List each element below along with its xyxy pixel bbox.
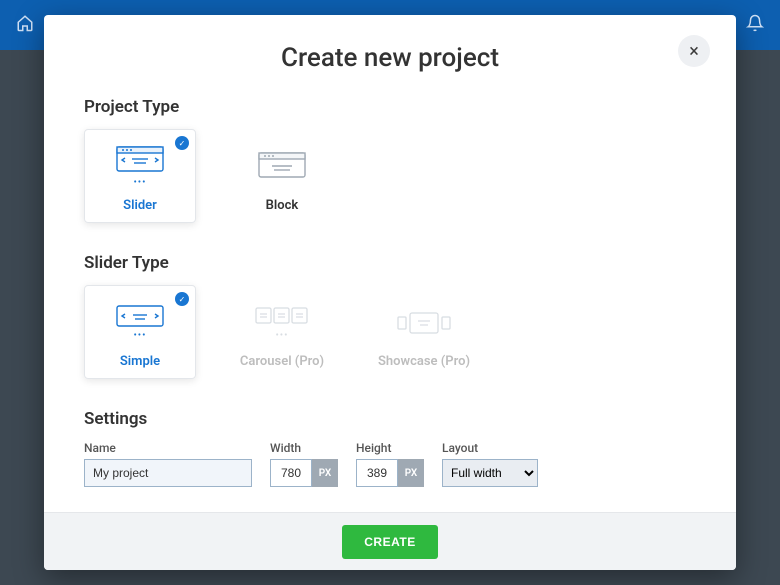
slider-type-showcase: Showcase (Pro)	[368, 285, 480, 379]
layout-label: Layout	[442, 441, 538, 455]
card-label: Carousel (Pro)	[240, 354, 324, 369]
slider-type-row: ✓ ••• Simple ••• Carousel (Pro) Showcase	[84, 285, 696, 379]
settings-row: Name Width PX Height PX Layout	[84, 441, 696, 487]
card-label: Simple	[120, 354, 160, 369]
width-label: Width	[270, 441, 338, 455]
width-unit[interactable]: PX	[312, 459, 338, 487]
slider-type-heading: Slider Type	[84, 253, 696, 273]
card-label: Block	[266, 198, 299, 213]
home-icon[interactable]	[16, 14, 34, 36]
project-type-heading: Project Type	[84, 97, 696, 117]
modal-title: Create new project	[84, 43, 696, 73]
height-label: Height	[356, 441, 424, 455]
project-type-block[interactable]: Block	[226, 129, 338, 223]
simple-slider-icon: •••	[116, 302, 164, 344]
card-label: Slider	[123, 198, 157, 213]
name-label: Name	[84, 441, 252, 455]
height-unit[interactable]: PX	[398, 459, 424, 487]
carousel-icon: •••	[254, 302, 310, 344]
slider-icon: •••	[116, 146, 164, 188]
create-project-modal: × Create new project Project Type ✓ ••• …	[44, 15, 736, 570]
modal-footer: CREATE	[44, 512, 736, 570]
width-input[interactable]	[270, 459, 312, 487]
close-button[interactable]: ×	[678, 35, 710, 67]
showcase-icon	[396, 302, 452, 344]
project-type-slider[interactable]: ✓ ••• Slider	[84, 129, 196, 223]
block-icon	[258, 146, 306, 188]
project-type-row: ✓ ••• Slider Block	[84, 129, 696, 223]
check-icon: ✓	[175, 136, 189, 150]
height-input[interactable]	[356, 459, 398, 487]
close-icon: ×	[689, 41, 699, 62]
layout-select[interactable]: Full width	[442, 459, 538, 487]
bell-icon[interactable]	[746, 14, 764, 36]
settings-heading: Settings	[84, 409, 696, 429]
card-label: Showcase (Pro)	[378, 354, 470, 369]
create-button[interactable]: CREATE	[342, 525, 437, 559]
slider-type-simple[interactable]: ✓ ••• Simple	[84, 285, 196, 379]
name-input[interactable]	[84, 459, 252, 487]
slider-type-carousel: ••• Carousel (Pro)	[226, 285, 338, 379]
check-icon: ✓	[175, 292, 189, 306]
